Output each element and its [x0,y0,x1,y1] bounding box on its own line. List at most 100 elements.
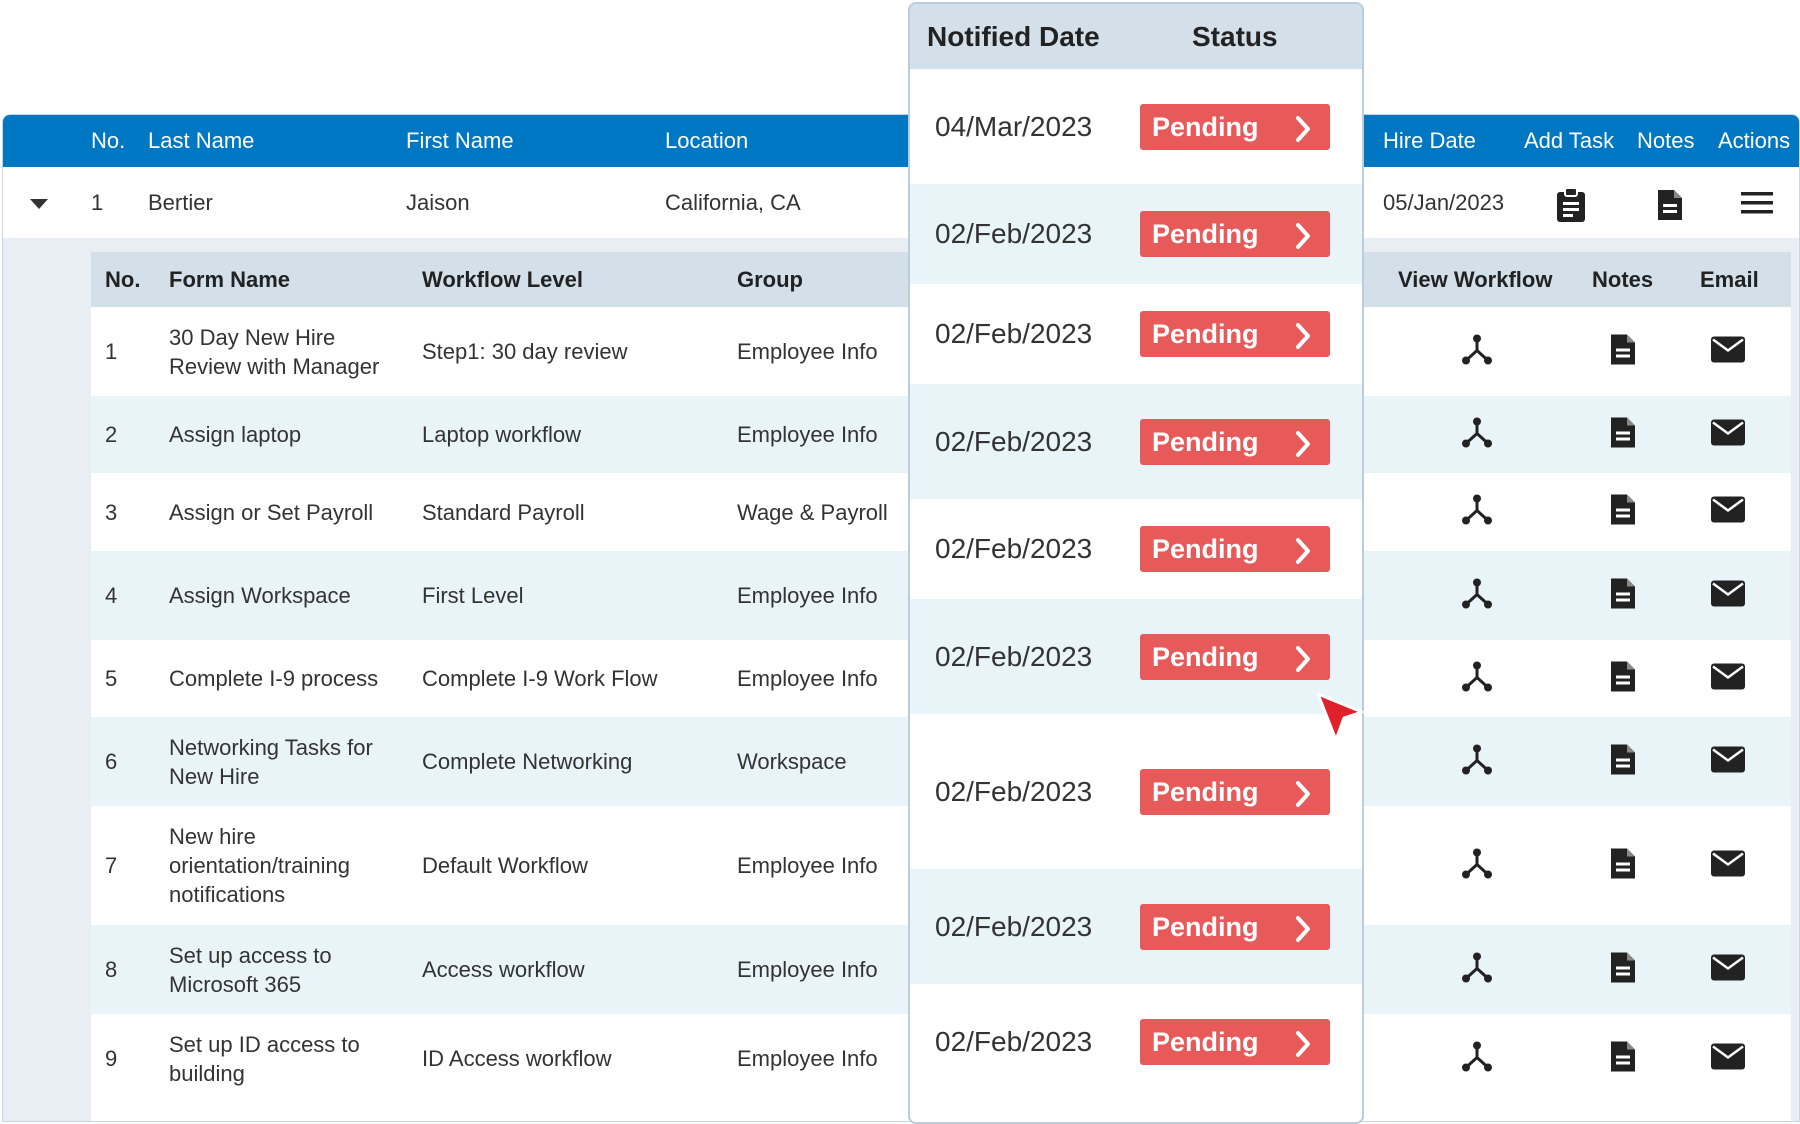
envelope-icon[interactable] [1711,580,1745,611]
document-icon[interactable] [1656,188,1684,227]
pending-status-button[interactable]: Pending [1140,1018,1330,1065]
col-header-location[interactable]: Location [665,115,748,167]
employee-row[interactable]: 1 Bertier Jaison California, CA 05/Jan/2… [3,168,1799,238]
status-label: Pending [1152,534,1259,564]
col-header-last-name[interactable]: Last Name [148,115,254,167]
document-icon[interactable] [1609,332,1637,371]
task-group: Wage & Payroll [737,499,888,525]
envelope-icon[interactable] [1711,1043,1745,1074]
status-row: 02/Feb/2023 Pending [910,184,1362,284]
workflow-icon[interactable] [1460,493,1494,532]
notified-date: 02/Feb/2023 [935,425,1093,457]
sub-col-header-no[interactable]: No. [105,252,140,307]
document-icon[interactable] [1609,950,1637,989]
task-workflow-level: Complete I-9 Work Flow [422,666,658,691]
status-label: Pending [1152,219,1259,249]
notified-date: 02/Feb/2023 [935,533,1093,564]
task-group: Employee Info [737,583,878,608]
task-workflow-level: Standard Payroll [422,499,585,525]
chevron-right-icon [1294,112,1312,158]
grid-header: No. Last Name First Name Location Hire D… [3,115,1799,167]
employee-location: California, CA [665,190,801,215]
document-icon[interactable] [1609,576,1637,615]
workflow-icon[interactable] [1460,659,1494,698]
task-form-name: Set up access to Microsoft 365 [169,942,332,997]
detail-panel: No. Form Name Workflow Level Group View … [3,238,1799,1121]
sub-col-header-workflow-level[interactable]: Workflow Level [422,252,583,307]
collapse-caret-icon[interactable] [30,199,48,209]
envelope-icon[interactable] [1711,496,1745,528]
chevron-right-icon [1294,319,1312,365]
task-no: 5 [105,666,118,691]
task-group: Employee Info [737,1046,878,1071]
status-label: Pending [1152,1026,1259,1057]
envelope-icon[interactable] [1711,954,1745,985]
task-form-name: Complete I-9 process [169,666,379,691]
workflow-icon[interactable] [1460,332,1494,371]
workflow-icon[interactable] [1460,846,1494,885]
pending-status-button[interactable]: Pending [1140,633,1330,680]
pending-status-button[interactable]: Pending [1140,311,1330,357]
status-row: 02/Feb/2023 Pending [910,499,1362,599]
hamburger-menu-icon[interactable] [1741,190,1773,221]
pending-status-button[interactable]: Pending [1140,211,1330,257]
pending-status-button[interactable]: Pending [1140,418,1330,465]
workflow-icon[interactable] [1460,415,1494,454]
document-icon[interactable] [1609,415,1637,454]
task-no: 1 [105,339,118,364]
task-form-name: Assign laptop [169,422,302,447]
notified-date: 02/Feb/2023 [935,910,1093,942]
task-form-name: 30 Day New Hire Review with Manager [169,324,380,379]
task-no: 6 [105,749,118,774]
task-group: Employee Info [737,957,878,982]
col-header-first-name[interactable]: First Name [406,115,514,167]
status-row: 02/Feb/2023 Pending [910,984,1362,1099]
task-no: 3 [105,499,118,525]
envelope-icon[interactable] [1711,419,1745,450]
workflow-icon[interactable] [1460,1039,1494,1078]
document-icon[interactable] [1609,742,1637,781]
status-panel-header: Notified Date Status [910,4,1362,69]
sub-col-header-group[interactable]: Group [737,252,803,307]
workflow-icon[interactable] [1460,950,1494,989]
pending-status-button[interactable]: Pending [1140,768,1330,815]
envelope-icon[interactable] [1711,663,1745,694]
col-header-hire-date[interactable]: Hire Date [1383,115,1476,167]
notified-date: 02/Feb/2023 [935,218,1093,249]
status-row: 04/Mar/2023 Pending [910,69,1362,184]
col-header-status[interactable]: Status [1192,4,1278,69]
sub-col-header-email[interactable]: Email [1700,252,1759,307]
sub-col-header-view-workflow[interactable]: View Workflow [1398,252,1552,307]
pending-status-button[interactable]: Pending [1140,103,1330,150]
task-workflow-level: Default Workflow [422,853,588,878]
pending-status-button[interactable]: Pending [1140,903,1330,950]
document-icon[interactable] [1609,493,1637,532]
status-label: Pending [1152,426,1259,457]
workflow-icon[interactable] [1460,742,1494,781]
workflow-icon[interactable] [1460,576,1494,615]
col-header-no[interactable]: No. [91,115,125,167]
task-group: Employee Info [737,853,878,878]
sub-col-header-form-name[interactable]: Form Name [169,252,290,307]
envelope-icon[interactable] [1711,850,1745,881]
status-label: Pending [1152,911,1259,942]
col-header-notified-date[interactable]: Notified Date [927,4,1100,69]
document-icon[interactable] [1609,846,1637,885]
task-no: 9 [105,1046,118,1071]
col-header-actions[interactable]: Actions [1718,115,1790,167]
notified-date: 02/Feb/2023 [935,318,1093,349]
task-group: Employee Info [737,666,878,691]
col-header-add-task[interactable]: Add Task [1524,115,1614,167]
task-no: 8 [105,957,118,982]
col-header-notes[interactable]: Notes [1637,115,1694,167]
sub-col-header-notes[interactable]: Notes [1592,252,1653,307]
pending-status-button[interactable]: Pending [1140,526,1330,572]
status-row: 02/Feb/2023 Pending [910,284,1362,384]
envelope-icon[interactable] [1711,336,1745,367]
chevron-right-icon [1294,534,1312,580]
clipboard-icon[interactable] [1556,187,1586,227]
notified-date: 02/Feb/2023 [935,1025,1093,1057]
document-icon[interactable] [1609,659,1637,698]
envelope-icon[interactable] [1711,746,1745,777]
document-icon[interactable] [1609,1039,1637,1078]
